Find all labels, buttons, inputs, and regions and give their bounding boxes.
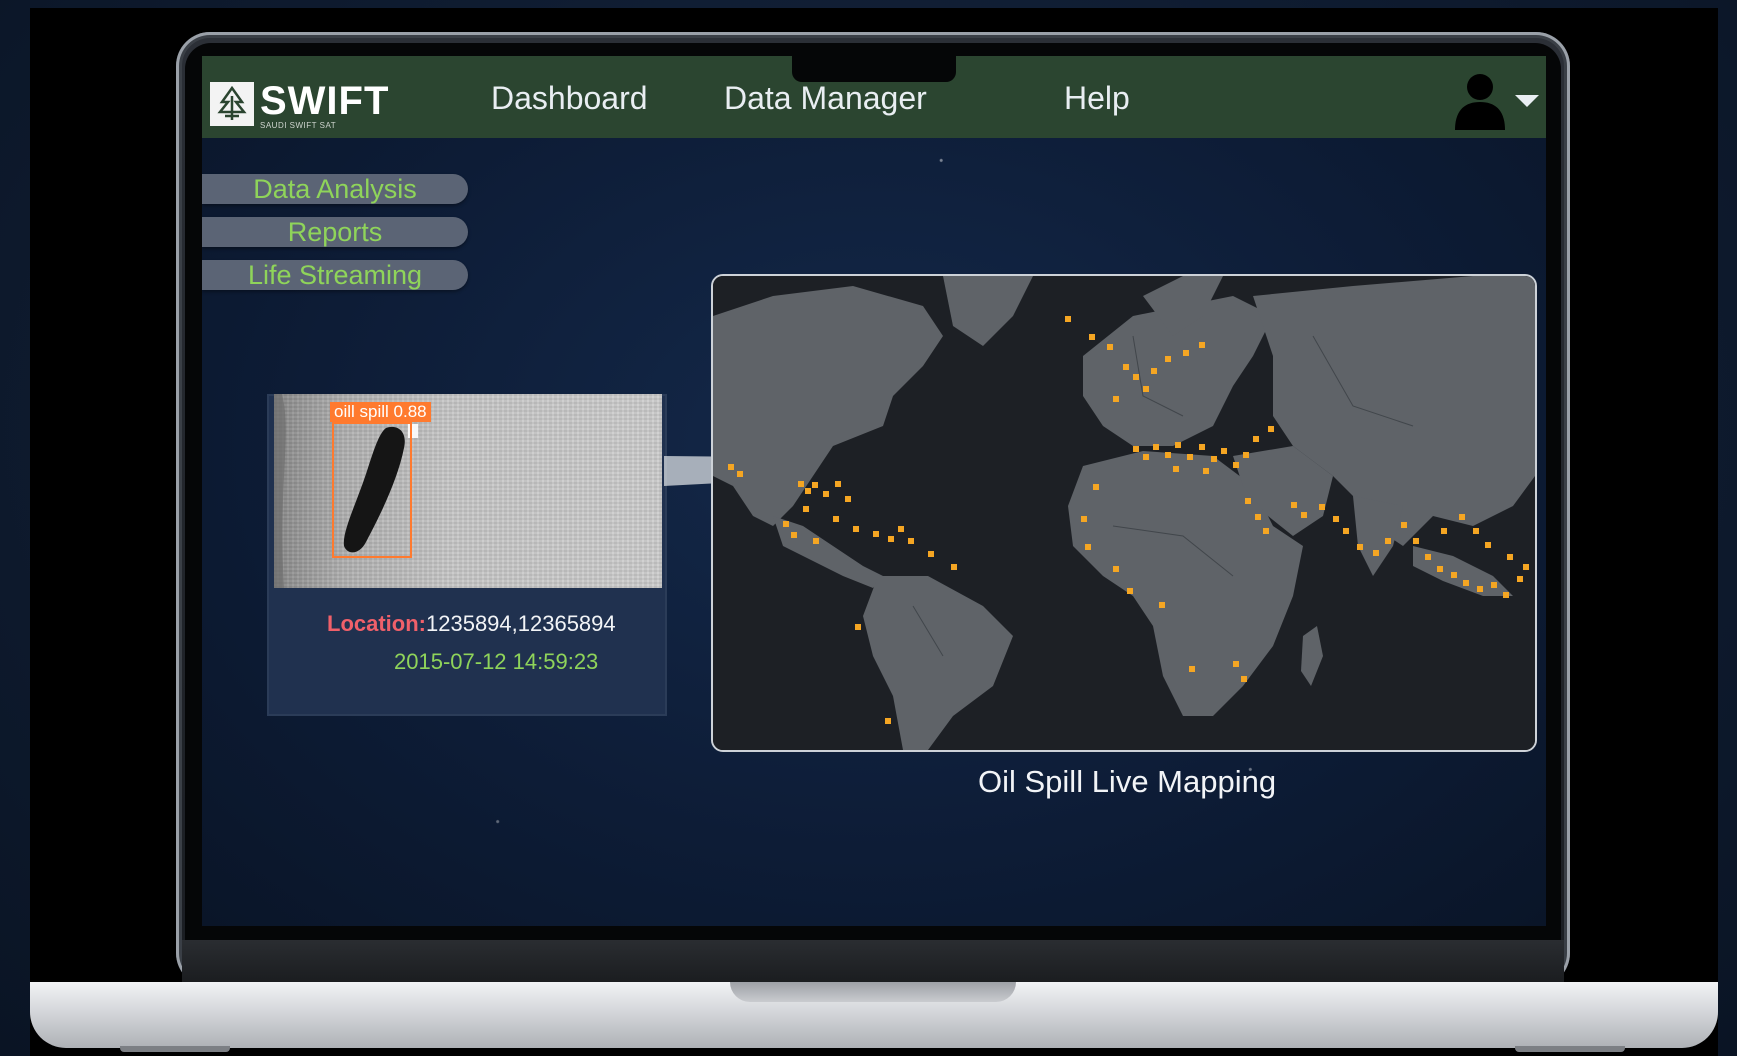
world-map [713, 276, 1535, 750]
detection-bounding-box [332, 422, 412, 558]
detection-label: oill spill 0.88 [330, 402, 431, 422]
sidebar-item-reports[interactable]: Reports [202, 217, 468, 247]
laptop-chin [182, 940, 1564, 982]
nav-help[interactable]: Help [1064, 80, 1130, 117]
camera-notch [792, 52, 956, 82]
app-screen: SWIFT SAUDI SWIFT SAT Dashboard Data Man… [202, 56, 1546, 926]
logo-name: SWIFT [260, 79, 390, 123]
laptop-foot-right [1515, 1046, 1625, 1052]
sar-image[interactable]: oill spill 0.88 [274, 394, 662, 588]
map-caption: Oil Spill Live Mapping [978, 764, 1277, 799]
laptop-opening-notch [730, 982, 1016, 1002]
detection-timestamp: 2015-07-12 14:59:23 [394, 649, 599, 674]
location-value: 1235894,12365894 [426, 611, 616, 636]
sidebar-item-life-streaming[interactable]: Life Streaming [202, 260, 468, 290]
laptop-foot-left [120, 1046, 230, 1052]
location-line: Location:1235894,12365894 [327, 611, 616, 637]
nav-dashboard[interactable]: Dashboard [491, 80, 648, 117]
user-icon [1455, 74, 1505, 130]
caret-down-icon [1515, 95, 1539, 107]
sidebar-item-data-analysis[interactable]: Data Analysis [202, 174, 468, 204]
location-key: Location: [327, 611, 426, 636]
tree-logo-icon [210, 82, 254, 126]
app-logo[interactable]: SWIFT SAUDI SWIFT SAT [210, 79, 390, 130]
oil-spill-map[interactable] [711, 274, 1537, 752]
nav-data-manager[interactable]: Data Manager [724, 80, 927, 117]
user-menu[interactable] [1452, 70, 1540, 132]
